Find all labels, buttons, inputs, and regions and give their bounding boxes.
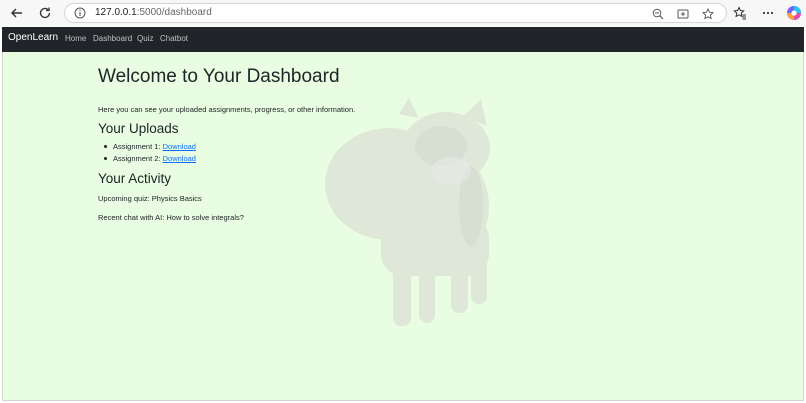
- assignment-label: Assignment 1:: [113, 142, 163, 151]
- back-icon[interactable]: [7, 3, 27, 23]
- address-bar[interactable]: 127.0.0.1:5000/dashboard: [64, 3, 727, 23]
- browser-toolbar: 127.0.0.1:5000/dashboard: [0, 0, 806, 26]
- uploads-list: Assignment 1: Download Assignment 2: Dow…: [104, 142, 196, 165]
- download-link[interactable]: Download: [163, 142, 196, 151]
- uploads-heading: Your Uploads: [98, 121, 179, 136]
- bullet-icon: [104, 145, 107, 148]
- copilot-icon[interactable]: [784, 3, 804, 23]
- assignment-label: Assignment 2:: [113, 153, 163, 163]
- upcoming-quiz-text: Upcoming quiz: Physics Basics: [98, 194, 202, 203]
- activity-heading: Your Activity: [98, 171, 172, 186]
- zoom-out-icon[interactable]: [650, 6, 666, 22]
- site-info-icon[interactable]: [73, 6, 87, 20]
- nav-link-dashboard[interactable]: Dashboard: [93, 34, 132, 43]
- favorite-star-icon[interactable]: [700, 6, 716, 22]
- url-path: :5000/dashboard: [136, 7, 212, 18]
- bullet-icon: [104, 156, 107, 160]
- navbar-brand[interactable]: OpenLearn: [8, 32, 58, 43]
- list-item: Assignment 2: Download: [104, 154, 196, 166]
- reload-icon[interactable]: [35, 3, 55, 23]
- install-app-icon[interactable]: [675, 6, 691, 22]
- more-icon[interactable]: [758, 3, 778, 23]
- recent-chat-text: Recent chat with AI: How to solve integr…: [98, 213, 244, 222]
- url-text[interactable]: 127.0.0.1:5000/dashboard: [95, 7, 212, 18]
- intro-text: Here you can see your uploaded assignmen…: [98, 105, 356, 114]
- download-link[interactable]: Download: [163, 154, 196, 163]
- nav-link-home[interactable]: Home: [65, 34, 86, 43]
- list-item: Assignment 1: Download: [104, 142, 196, 154]
- dashboard-page: Welcome to Your Dashboard Here you can s…: [2, 52, 804, 401]
- page-title: Welcome to Your Dashboard: [98, 66, 340, 87]
- favorites-icon[interactable]: [730, 3, 750, 23]
- cat-watermark-image: [325, 98, 490, 326]
- nav-link-quiz[interactable]: Quiz: [137, 34, 153, 43]
- nav-link-chatbot[interactable]: Chatbot: [160, 34, 188, 43]
- app-navbar: OpenLearn Home Dashboard Quiz Chatbot: [2, 27, 804, 52]
- url-host: 127.0.0.1: [95, 7, 137, 18]
